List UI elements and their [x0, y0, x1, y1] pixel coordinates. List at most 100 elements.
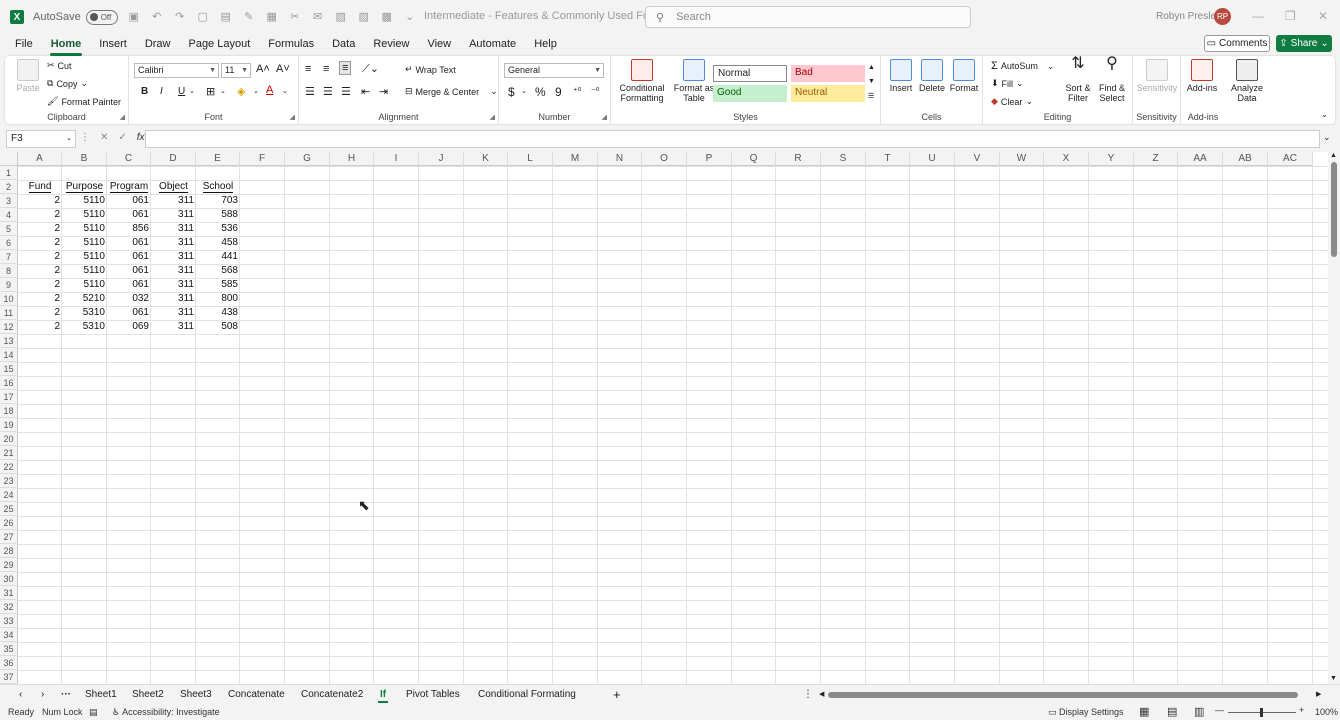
borders-icon[interactable]: ⊞: [206, 85, 215, 98]
table-cell[interactable]: 2: [18, 236, 62, 250]
vertical-scrollbar[interactable]: ▲ ▼: [1328, 152, 1340, 684]
column-header-y[interactable]: Y: [1089, 152, 1134, 166]
table-cell[interactable]: 2: [18, 278, 62, 292]
row-header[interactable]: 28: [0, 544, 18, 558]
scroll-down-icon[interactable]: ▼: [868, 78, 875, 85]
column-header-d[interactable]: D: [151, 152, 196, 166]
spelling-icon[interactable]: ▨: [357, 11, 371, 23]
name-box[interactable]: F3 ⌄: [6, 130, 76, 148]
chevron-down-icon[interactable]: ⌄: [521, 87, 527, 95]
table-cell[interactable]: 032: [107, 292, 151, 306]
orientation-icon[interactable]: ⟋⌄: [362, 62, 379, 76]
tab-automate[interactable]: Automate: [460, 34, 525, 56]
column-header-q[interactable]: Q: [732, 152, 776, 166]
column-header-j[interactable]: J: [419, 152, 464, 166]
column-header-s[interactable]: S: [821, 152, 866, 166]
table-cell[interactable]: 441: [196, 250, 240, 264]
column-header-x[interactable]: X: [1044, 152, 1089, 166]
accessibility-status[interactable]: ♿ Accessibility: Investigate: [112, 707, 220, 718]
sensitivity-button[interactable]: Sensitivity: [1135, 59, 1179, 93]
scroll-thumb[interactable]: [1331, 162, 1337, 257]
style-good[interactable]: Good: [713, 85, 787, 102]
search-box[interactable]: ⚲ Search: [645, 6, 971, 28]
wrap-text-button[interactable]: ↵ Wrap Text: [405, 64, 456, 75]
sheet-tab-concatenate[interactable]: Concatenate: [228, 687, 285, 703]
paste-button[interactable]: Paste: [11, 59, 45, 93]
row-header[interactable]: 14: [0, 348, 18, 362]
copy-button[interactable]: ⧉ Copy ⌄: [47, 78, 88, 89]
chevron-down-icon[interactable]: ⌄: [282, 87, 288, 95]
table-cell[interactable]: 2: [18, 222, 62, 236]
delete-button[interactable]: Delete: [918, 59, 946, 93]
column-header-r[interactable]: R: [776, 152, 821, 166]
close-icon[interactable]: ✕: [1318, 9, 1328, 23]
row-header[interactable]: 30: [0, 572, 18, 586]
column-header-ab[interactable]: AB: [1223, 152, 1268, 166]
table-cell[interactable]: 508: [196, 320, 240, 334]
header-cell[interactable]: Object: [151, 180, 196, 194]
table-cell[interactable]: 2: [18, 264, 62, 278]
column-header-l[interactable]: L: [508, 152, 553, 166]
save-icon[interactable]: ▣: [127, 11, 141, 23]
table-cell[interactable]: 5110: [62, 278, 107, 292]
autosave-toggle[interactable]: Off: [85, 9, 118, 25]
table-cell[interactable]: 311: [151, 264, 196, 278]
table-cell[interactable]: 5110: [62, 208, 107, 222]
undo-icon[interactable]: ↶: [150, 11, 164, 23]
row-header[interactable]: 3: [0, 194, 18, 208]
table-cell[interactable]: 438: [196, 306, 240, 320]
table-cell[interactable]: 311: [151, 208, 196, 222]
style-neutral[interactable]: Neutral: [791, 85, 865, 102]
email-icon[interactable]: ✉: [311, 11, 325, 23]
tab-data[interactable]: Data: [323, 34, 364, 56]
column-header-b[interactable]: B: [62, 152, 107, 166]
table-cell[interactable]: 2: [18, 306, 62, 320]
table-cell[interactable]: 061: [107, 250, 151, 264]
row-header[interactable]: 11: [0, 306, 18, 320]
table-cell[interactable]: 5110: [62, 264, 107, 278]
header-cell[interactable]: School: [196, 180, 240, 194]
column-header-p[interactable]: P: [687, 152, 732, 166]
highlight-icon[interactable]: ✎: [242, 11, 256, 23]
row-header[interactable]: 35: [0, 642, 18, 656]
row-header[interactable]: 29: [0, 558, 18, 572]
increase-indent-icon[interactable]: ⇥: [379, 85, 388, 98]
column-header-m[interactable]: M: [553, 152, 598, 166]
scissors-icon[interactable]: ✂: [288, 11, 302, 23]
table-cell[interactable]: 703: [196, 194, 240, 208]
align-bottom-icon[interactable]: ≡: [339, 61, 352, 75]
format-icon[interactable]: ▦: [265, 11, 279, 23]
align-left-icon[interactable]: ☰: [305, 85, 315, 98]
column-header-h[interactable]: H: [330, 152, 374, 166]
autosum-button[interactable]: Σ AutoSum ⌄: [991, 60, 1054, 72]
table-cell[interactable]: 311: [151, 320, 196, 334]
row-header[interactable]: 5: [0, 222, 18, 236]
currency-icon[interactable]: $: [508, 85, 515, 99]
row-header[interactable]: 4: [0, 208, 18, 222]
table-cell[interactable]: 061: [107, 194, 151, 208]
table-cell[interactable]: 588: [196, 208, 240, 222]
row-header[interactable]: 17: [0, 390, 18, 404]
format-button[interactable]: Format: [949, 59, 979, 93]
table-cell[interactable]: 5110: [62, 250, 107, 264]
table-cell[interactable]: 061: [107, 264, 151, 278]
more-options-icon[interactable]: ⋮: [803, 687, 813, 703]
table-cell[interactable]: 311: [151, 292, 196, 306]
align-center-icon[interactable]: ☰: [323, 85, 333, 98]
share-button[interactable]: ⇪ Share ⌄: [1276, 35, 1332, 52]
table-cell[interactable]: 2: [18, 292, 62, 306]
bold-button[interactable]: B: [141, 86, 148, 97]
camera-icon[interactable]: ▩: [380, 11, 394, 23]
avatar[interactable]: RP: [1214, 8, 1231, 25]
select-all-button[interactable]: [0, 152, 18, 166]
redo-icon[interactable]: ↷: [173, 11, 187, 23]
table-cell[interactable]: 2: [18, 208, 62, 222]
row-header[interactable]: 12: [0, 320, 18, 334]
table-cell[interactable]: 536: [196, 222, 240, 236]
header-cell[interactable]: Fund: [18, 180, 62, 194]
tab-file[interactable]: File: [6, 34, 42, 56]
increase-font-icon[interactable]: A˄: [256, 63, 270, 75]
row-header[interactable]: 16: [0, 376, 18, 390]
row-header[interactable]: 37: [0, 670, 18, 684]
dialog-launcher-icon[interactable]: ◢: [290, 113, 295, 121]
